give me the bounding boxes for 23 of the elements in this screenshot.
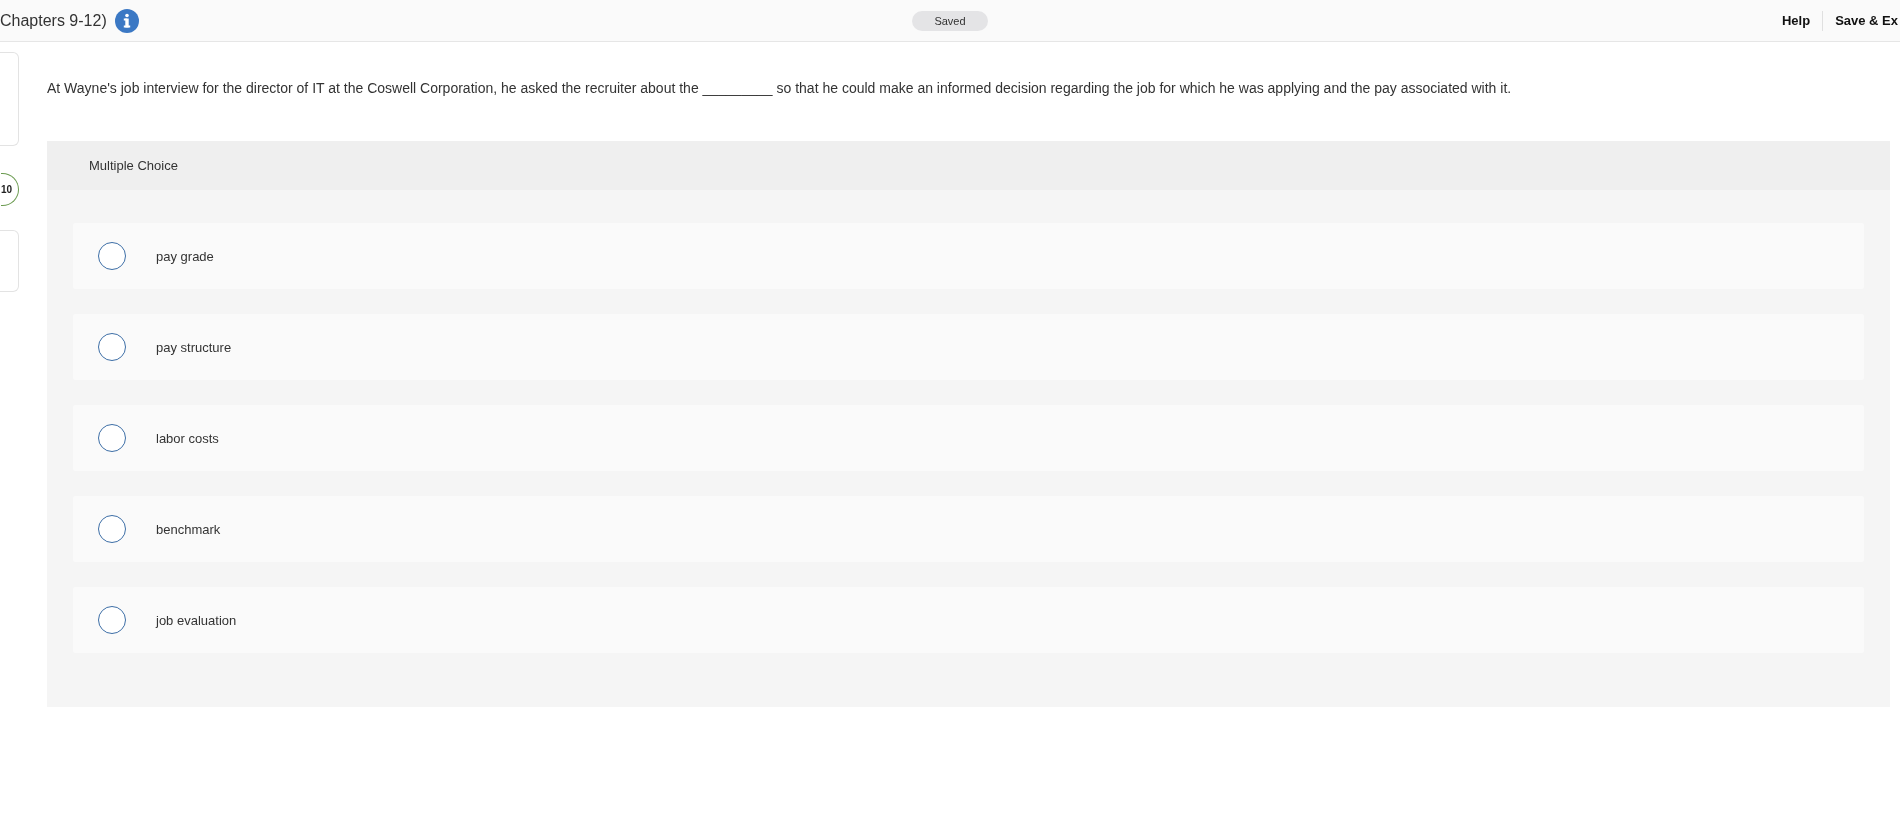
option-label: job evaluation (156, 612, 237, 628)
points-badge: 10 (0, 173, 19, 206)
radio-button[interactable] (98, 515, 126, 543)
option-label: benchmark (156, 521, 221, 537)
radio-button[interactable] (98, 606, 126, 634)
page-title: Chapters 9-12) (0, 11, 107, 30)
radio-button[interactable] (98, 424, 126, 452)
option-label: pay structure (156, 339, 232, 355)
question-text: At Wayne's job interview for the director of IT at the Coswell Corporation, he asked the recruiter about the _________ so that he could make an informed decision regarding the job for which he was applying and the pay associated with it. (47, 79, 1513, 98)
help-link[interactable]: Help (1781, 13, 1811, 28)
saved-status: Saved (912, 10, 988, 31)
answer-option[interactable]: pay structure (73, 314, 1864, 380)
save-exit-link[interactable]: Save & Ex (1835, 13, 1898, 28)
answer-option[interactable]: benchmark (73, 496, 1864, 562)
answer-option[interactable]: labor costs (73, 405, 1864, 471)
info-icon[interactable] (114, 8, 139, 33)
question-type: Multiple Choice (89, 158, 178, 173)
answer-option[interactable]: job evaluation (73, 587, 1864, 653)
answer-option[interactable]: pay grade (73, 223, 1864, 289)
option-label: pay grade (156, 248, 214, 264)
radio-button[interactable] (98, 242, 126, 270)
radio-button[interactable] (98, 333, 126, 361)
option-label: labor costs (156, 430, 219, 446)
